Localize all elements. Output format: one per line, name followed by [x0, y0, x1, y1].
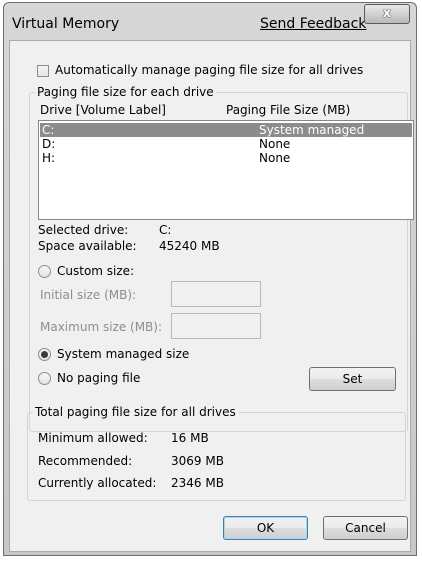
- no-paging-radio[interactable]: [38, 372, 51, 385]
- drive-size: None: [259, 151, 291, 165]
- drive-list[interactable]: C: System managed D: None H: None: [38, 120, 414, 220]
- drive-size: System managed: [259, 123, 365, 137]
- paging-group-legend: Paging file size for each drive: [35, 85, 216, 99]
- drive-size: None: [259, 137, 291, 151]
- send-feedback-link[interactable]: Send Feedback: [260, 16, 366, 32]
- currently-allocated-label: Currently allocated:: [38, 476, 157, 490]
- column-header-drive: Drive [Volume Label]: [40, 103, 166, 117]
- selected-drive-value: C:: [159, 223, 172, 237]
- title-bar: Virtual Memory Send Feedback x: [4, 3, 416, 41]
- column-header-size: Paging File Size (MB): [226, 103, 351, 117]
- system-managed-radio[interactable]: [38, 348, 51, 361]
- ok-button[interactable]: OK: [223, 516, 308, 540]
- drive-row-h[interactable]: H: None: [40, 151, 412, 165]
- drive-name: C:: [42, 123, 55, 137]
- space-available-label: Space available:: [38, 239, 137, 253]
- close-button[interactable]: x: [364, 4, 410, 24]
- selected-drive-label: Selected drive:: [38, 223, 129, 237]
- custom-size-label[interactable]: Custom size:: [57, 264, 134, 278]
- drive-row-c[interactable]: C: System managed: [40, 123, 412, 137]
- window-title: Virtual Memory: [12, 16, 120, 32]
- auto-manage-label[interactable]: Automatically manage paging file size fo…: [55, 63, 363, 77]
- currently-allocated-value: 2346 MB: [171, 476, 224, 490]
- drive-row-d[interactable]: D: None: [40, 137, 412, 151]
- auto-manage-checkbox[interactable]: [37, 65, 49, 77]
- no-paging-label[interactable]: No paging file: [57, 371, 140, 385]
- minimum-allowed-label: Minimum allowed:: [38, 431, 148, 445]
- minimum-allowed-value: 16 MB: [171, 431, 209, 445]
- initial-size-input[interactable]: [171, 281, 261, 307]
- drive-name: D:: [42, 137, 56, 151]
- recommended-label: Recommended:: [38, 454, 133, 468]
- space-available-value: 45240 MB: [159, 239, 220, 253]
- close-icon: x: [382, 6, 392, 21]
- system-managed-label[interactable]: System managed size: [57, 347, 189, 361]
- initial-size-label: Initial size (MB):: [40, 288, 137, 302]
- set-button[interactable]: Set: [309, 367, 396, 391]
- maximum-size-label: Maximum size (MB):: [40, 320, 163, 334]
- custom-size-radio[interactable]: [38, 265, 51, 278]
- maximum-size-input[interactable]: [171, 313, 261, 339]
- total-group-legend: Total paging file size for all drives: [33, 405, 238, 419]
- recommended-value: 3069 MB: [171, 454, 224, 468]
- cancel-button[interactable]: Cancel: [323, 516, 408, 540]
- drive-name: H:: [42, 151, 56, 165]
